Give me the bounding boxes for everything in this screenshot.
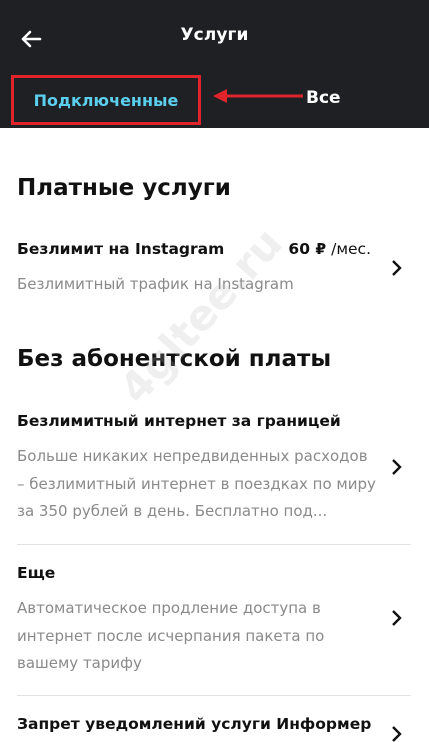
service-item-instagram[interactable]: Безлимит на Instagram 60 ₽ /мес. Безлими… <box>0 240 429 300</box>
chevron-right-icon <box>392 610 402 626</box>
tab-connected-label: Подключенные <box>33 90 179 110</box>
service-item-informer-block[interactable]: Запрет уведомлений услуги Информер <box>0 715 429 742</box>
service-item-more[interactable]: Еще Автоматическое продление доступа в и… <box>0 564 429 684</box>
divider <box>17 695 411 696</box>
service-description: Автоматическое продление доступа в интер… <box>17 599 325 672</box>
service-description: Больше никаких непредвиденных расходов –… <box>17 447 376 520</box>
tab-all[interactable]: Все <box>306 88 341 108</box>
service-price: 60 ₽ /мес. <box>288 240 371 258</box>
service-name: Запрет уведомлений услуги Информер <box>17 715 372 733</box>
service-name: Безлимит на Instagram <box>17 240 225 258</box>
service-description: Безлимитный трафик на Instagram <box>17 275 294 293</box>
price-amount: 60 ₽ <box>288 240 327 258</box>
section-title-free: Без абонентской платы <box>17 346 332 372</box>
chevron-right-icon <box>392 260 402 276</box>
divider <box>17 544 411 545</box>
services-screen: Услуги Подключенные Все Платные услуги Б… <box>0 0 429 742</box>
chevron-right-icon <box>392 459 402 475</box>
tab-connected[interactable]: Подключенные <box>11 75 201 125</box>
section-title-paid: Платные услуги <box>17 175 231 201</box>
service-name: Еще <box>17 564 56 582</box>
chevron-right-icon <box>392 726 402 742</box>
service-name: Безлимитный интернет за границей <box>17 412 341 430</box>
page-title: Услуги <box>180 25 249 45</box>
top-bar: Услуги Подключенные Все <box>0 0 429 128</box>
annotation-arrow-icon <box>213 89 303 103</box>
price-period: /мес. <box>326 240 371 258</box>
service-item-roaming-internet[interactable]: Безлимитный интернет за границей Больше … <box>0 412 429 532</box>
